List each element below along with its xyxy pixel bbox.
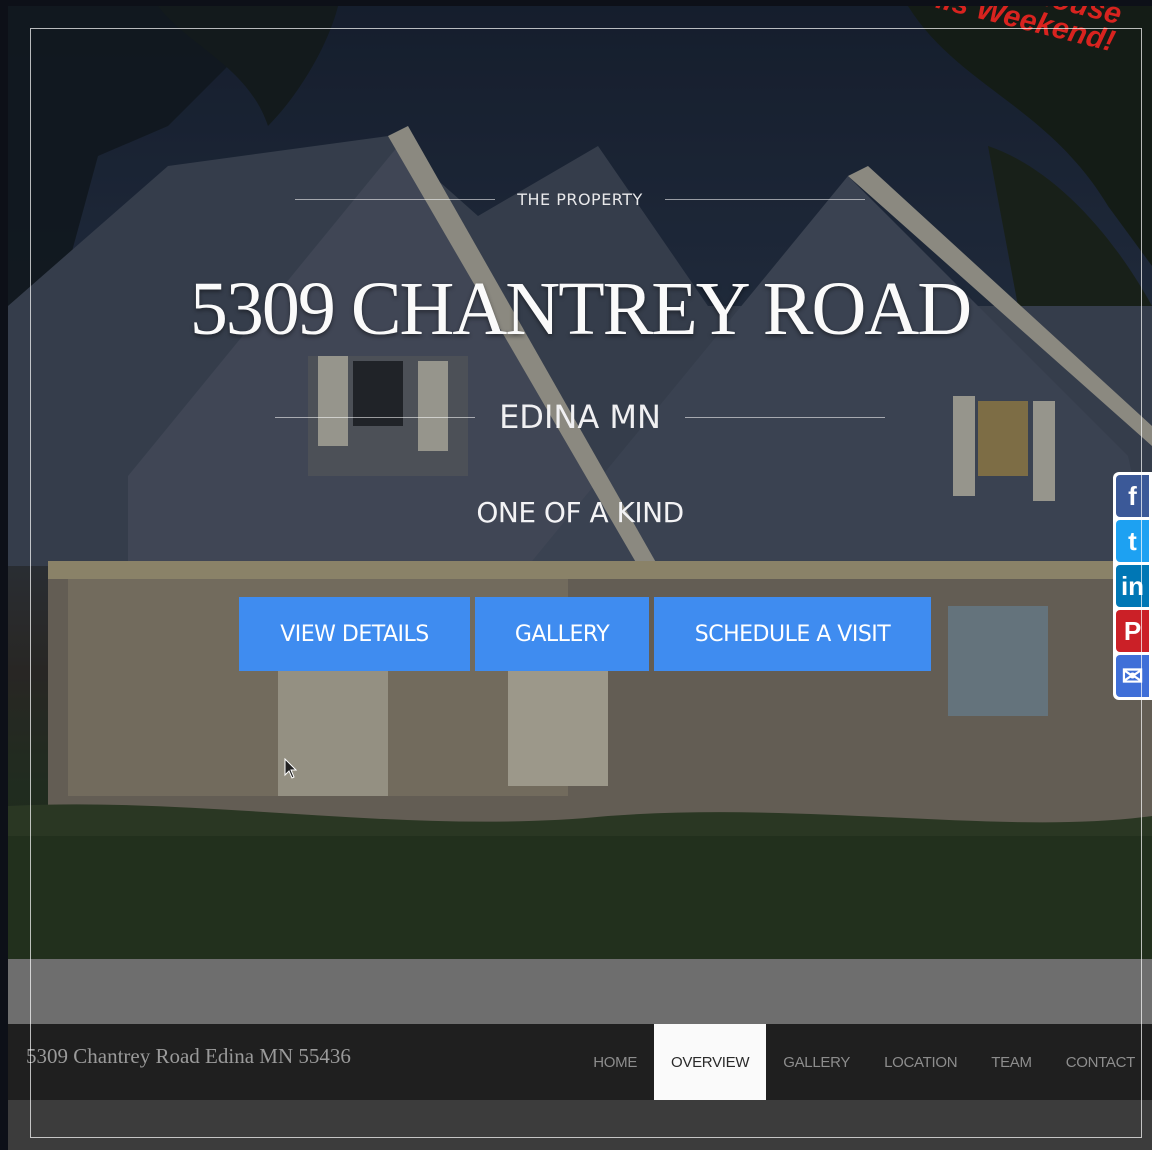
- view-details-button[interactable]: VIEW DETAILS: [239, 597, 470, 671]
- section-kicker: THE PROPERTY: [517, 190, 643, 209]
- kicker-rule-right: [664, 199, 865, 200]
- linkedin-icon[interactable]: in: [1116, 565, 1149, 607]
- footer-strip: [8, 1100, 1152, 1150]
- city-row: EDINA MN: [8, 398, 1152, 436]
- nav-team[interactable]: TEAM: [974, 1024, 1048, 1100]
- social-share-bar: f t in P ✉: [1113, 472, 1152, 700]
- gallery-button[interactable]: GALLERY: [475, 597, 649, 671]
- twitter-icon[interactable]: t: [1116, 520, 1149, 562]
- nav-home[interactable]: HOME: [576, 1024, 654, 1100]
- main-nav: HOME OVERVIEW GALLERY LOCATION TEAM CONT…: [576, 1024, 1152, 1100]
- hero-section: ...ouse This Weekend! THE PROPERTY 5309 …: [8, 6, 1152, 959]
- kicker-row: THE PROPERTY: [8, 190, 1152, 209]
- site-navbar: 5309 Chantrey Road Edina MN 55436 HOME O…: [8, 1024, 1152, 1100]
- schedule-visit-button[interactable]: SCHEDULE A VISIT: [654, 597, 931, 671]
- pinterest-icon[interactable]: P: [1116, 610, 1149, 652]
- nav-overview[interactable]: OVERVIEW: [654, 1024, 767, 1100]
- grey-band: [8, 959, 1152, 1024]
- email-icon[interactable]: ✉: [1116, 655, 1149, 697]
- city-rule-left: [275, 416, 476, 418]
- nav-gallery[interactable]: GALLERY: [766, 1024, 867, 1100]
- property-city: EDINA MN: [499, 398, 661, 436]
- facebook-icon[interactable]: f: [1116, 475, 1149, 517]
- nav-location[interactable]: LOCATION: [867, 1024, 974, 1100]
- nav-contact[interactable]: CONTACT: [1049, 1024, 1152, 1100]
- city-rule-right: [684, 416, 885, 418]
- property-address: 5309 Chantrey Road Edina MN 55436: [26, 1044, 351, 1068]
- kicker-rule-left: [295, 199, 496, 200]
- property-tagline: ONE OF A KIND: [476, 496, 684, 529]
- property-title: 5309 CHANTREY ROAD: [189, 267, 972, 351]
- hero-buttons: VIEW DETAILS GALLERY SCHEDULE A VISIT: [239, 597, 931, 671]
- mouse-cursor-icon: [284, 758, 298, 779]
- dark-overlay: [8, 6, 1152, 959]
